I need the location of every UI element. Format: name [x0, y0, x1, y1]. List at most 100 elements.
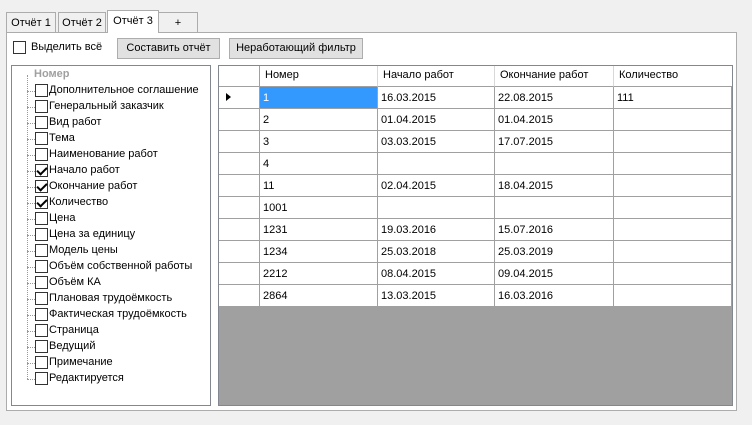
grid-cell[interactable]: 3 [260, 131, 378, 153]
tree-item-checkbox[interactable] [35, 308, 48, 321]
tree-item-checkbox[interactable] [35, 356, 48, 369]
tree-item[interactable]: Фактическая трудоёмкость [12, 307, 208, 323]
grid-cell[interactable] [614, 219, 732, 241]
tree-item[interactable]: Объём собственной работы [12, 259, 208, 275]
field-tree[interactable]: Номер Дополнительное соглашение Генеральн… [11, 65, 211, 406]
row-header[interactable] [219, 131, 260, 153]
grid-cell[interactable] [378, 197, 495, 219]
tree-item-checkbox[interactable] [35, 324, 48, 337]
tab-report-2[interactable]: Отчёт 2 [58, 12, 106, 32]
grid-cell[interactable] [614, 109, 732, 131]
tree-item[interactable]: Модель цены [12, 243, 208, 259]
select-all-checkbox[interactable] [13, 41, 26, 54]
grid-cell[interactable]: 25.03.2018 [378, 241, 495, 263]
tree-item[interactable]: Дополнительное соглашение [12, 83, 208, 99]
tree-item-checkbox[interactable] [35, 116, 48, 129]
tree-item[interactable]: Ведущий [12, 339, 208, 355]
grid-cell[interactable] [614, 263, 732, 285]
row-header[interactable] [219, 109, 260, 131]
tree-item[interactable]: Примечание [12, 355, 208, 371]
tree-item[interactable]: Страница [12, 323, 208, 339]
grid-cell[interactable]: 1001 [260, 197, 378, 219]
tree-item[interactable]: Окончание работ [12, 179, 208, 195]
grid-cell[interactable]: 16.03.2016 [495, 285, 614, 307]
grid-cell[interactable]: 22.08.2015 [495, 87, 614, 109]
tree-item-checkbox[interactable] [35, 372, 48, 385]
grid-cell[interactable]: 2212 [260, 263, 378, 285]
grid-cell[interactable] [614, 241, 732, 263]
tree-item-checkbox[interactable] [35, 276, 48, 289]
tree-item-checkbox[interactable] [35, 340, 48, 353]
grid-cell[interactable] [614, 285, 732, 307]
tree-item[interactable]: Количество [12, 195, 208, 211]
grid-cell[interactable]: 03.03.2015 [378, 131, 495, 153]
tree-item[interactable]: Тема [12, 131, 208, 147]
grid-cell[interactable]: 1231 [260, 219, 378, 241]
grid-cell[interactable]: 01.04.2015 [495, 109, 614, 131]
grid-cell[interactable]: 25.03.2019 [495, 241, 614, 263]
row-header[interactable] [219, 153, 260, 175]
tree-item-checkbox[interactable] [35, 164, 48, 177]
grid-cell[interactable] [614, 153, 732, 175]
tree-item[interactable]: Цена [12, 211, 208, 227]
tree-item[interactable]: Наименование работ [12, 147, 208, 163]
tree-item-checkbox[interactable] [35, 84, 48, 97]
grid-cell[interactable] [495, 197, 614, 219]
tree-item[interactable]: Плановая трудоёмкость [12, 291, 208, 307]
grid-cell[interactable]: 09.04.2015 [495, 263, 614, 285]
grid-cell[interactable]: 13.03.2015 [378, 285, 495, 307]
tree-item[interactable]: Начало работ [12, 163, 208, 179]
column-header[interactable]: Окончание работ [495, 66, 614, 87]
row-header[interactable] [219, 197, 260, 219]
tree-item[interactable]: Цена за единицу [12, 227, 208, 243]
grid-cell[interactable] [614, 175, 732, 197]
grid-cell[interactable]: 16.03.2015 [378, 87, 495, 109]
tab-add[interactable]: + [158, 12, 198, 32]
grid-cell[interactable]: 19.03.2016 [378, 219, 495, 241]
grid-cell[interactable]: 15.07.2016 [495, 219, 614, 241]
grid-cell[interactable]: 4 [260, 153, 378, 175]
tab-report-1[interactable]: Отчёт 1 [6, 12, 56, 32]
grid-cell[interactable] [378, 153, 495, 175]
tree-item[interactable]: Редактируется [12, 371, 208, 387]
row-header[interactable] [219, 263, 260, 285]
grid-cell[interactable]: 2864 [260, 285, 378, 307]
row-header[interactable] [219, 175, 260, 197]
grid-cell[interactable] [495, 153, 614, 175]
broken-filter-button[interactable]: Неработающий фильтр [229, 38, 363, 59]
tree-item-checkbox[interactable] [35, 100, 48, 113]
grid-cell[interactable]: 18.04.2015 [495, 175, 614, 197]
row-header[interactable] [219, 219, 260, 241]
grid-cell[interactable]: 02.04.2015 [378, 175, 495, 197]
grid-cell[interactable]: 111 [614, 87, 732, 109]
column-header[interactable]: Номер [260, 66, 378, 87]
grid-cell[interactable]: 2 [260, 109, 378, 131]
tree-item-checkbox[interactable] [35, 228, 48, 241]
tree-item[interactable]: Вид работ [12, 115, 208, 131]
row-header[interactable] [219, 241, 260, 263]
grid-cell[interactable]: 08.04.2015 [378, 263, 495, 285]
grid-cell[interactable]: 1234 [260, 241, 378, 263]
tree-item-checkbox[interactable] [35, 148, 48, 161]
tree-item-checkbox[interactable] [35, 196, 48, 209]
grid-cell[interactable]: 17.07.2015 [495, 131, 614, 153]
grid-cell[interactable] [614, 131, 732, 153]
tree-item-checkbox[interactable] [35, 132, 48, 145]
report-grid[interactable]: Номер Начало работ Окончание работ Колич… [218, 65, 733, 406]
make-report-button[interactable]: Составить отчёт [117, 38, 220, 59]
grid-cell[interactable]: 11 [260, 175, 378, 197]
tree-item-checkbox[interactable] [35, 292, 48, 305]
tree-item-checkbox[interactable] [35, 260, 48, 273]
grid-cell[interactable] [614, 197, 732, 219]
tree-item-checkbox[interactable] [35, 244, 48, 257]
column-header[interactable]: Количество [614, 66, 732, 87]
tab-report-3[interactable]: Отчёт 3 [107, 10, 159, 33]
tree-item-checkbox[interactable] [35, 212, 48, 225]
grid-cell[interactable]: 01.04.2015 [378, 109, 495, 131]
tree-item[interactable]: Генеральный заказчик [12, 99, 208, 115]
tree-item[interactable]: Объём КА [12, 275, 208, 291]
column-header[interactable]: Начало работ [378, 66, 495, 87]
row-header[interactable] [219, 87, 260, 109]
grid-cell[interactable]: 1 [260, 87, 378, 109]
tree-item-checkbox[interactable] [35, 180, 48, 193]
